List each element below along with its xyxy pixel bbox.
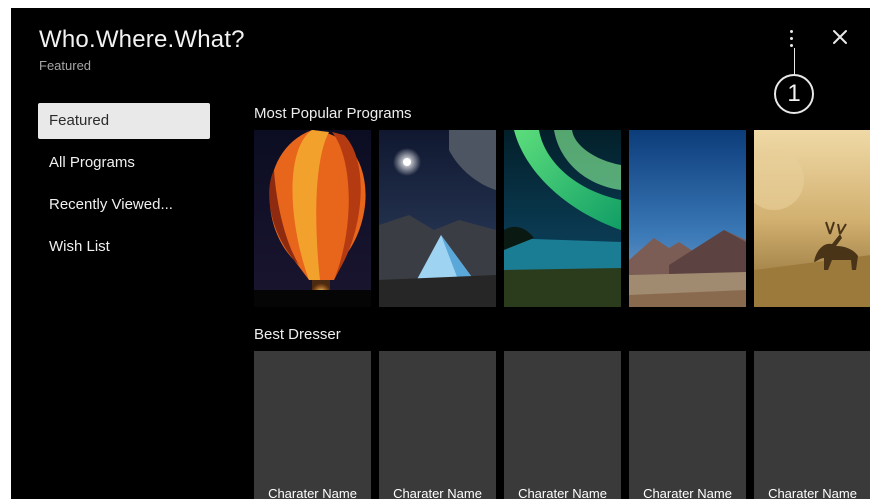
nav-item-wish-list[interactable]: Wish List	[38, 229, 210, 265]
character-card[interactable]: Charater Name	[504, 351, 621, 499]
poster-tent-under-moon[interactable]	[379, 130, 496, 307]
poster-hot-air-balloon[interactable]	[254, 130, 371, 307]
character-name: Charater Name	[768, 486, 857, 499]
poster-aurora-lake[interactable]	[504, 130, 621, 307]
character-name: Charater Name	[518, 486, 607, 499]
callout-marker: 1	[774, 74, 814, 114]
poster-row	[254, 130, 870, 307]
app-subtitle: Featured	[39, 58, 92, 73]
callout-line	[794, 48, 795, 76]
app-title: Who.Where.What?	[39, 26, 245, 53]
section-title-best-dresser: Best Dresser	[254, 326, 341, 343]
character-card[interactable]: Charater Name	[254, 351, 371, 499]
nav-item-recently-viewed[interactable]: Recently Viewed...	[38, 187, 210, 223]
character-name: Charater Name	[268, 486, 357, 499]
character-name: Charater Name	[393, 486, 482, 499]
poster-deer-in-fog[interactable]	[754, 130, 870, 307]
more-options-icon[interactable]	[783, 28, 801, 50]
poster-mountain-valley[interactable]	[629, 130, 746, 307]
close-icon[interactable]	[829, 26, 851, 48]
character-card[interactable]: Charater Name	[379, 351, 496, 499]
character-card[interactable]: Charater Name	[629, 351, 746, 499]
tv-screen: Who.Where.What? Featured 1 Featured All …	[11, 8, 870, 499]
nav-item-all-programs[interactable]: All Programs	[38, 145, 210, 181]
character-name: Charater Name	[643, 486, 732, 499]
section-title-popular: Most Popular Programs	[254, 105, 412, 122]
nav-item-featured[interactable]: Featured	[38, 103, 210, 139]
sidebar-nav: Featured All Programs Recently Viewed...…	[38, 103, 210, 271]
character-card[interactable]: Charater Name	[754, 351, 870, 499]
character-row: Charater Name Charater Name Charater Nam…	[254, 351, 870, 499]
